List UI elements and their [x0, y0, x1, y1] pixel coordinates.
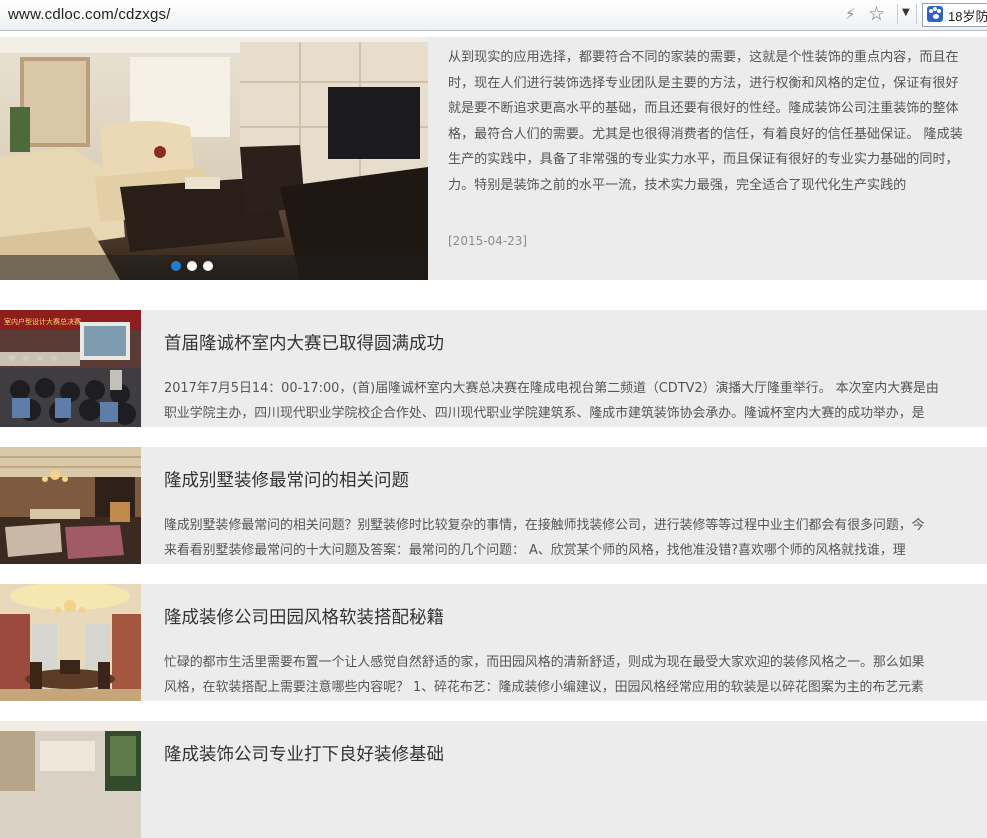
news-summary-line: 风格，在软装搭配上需要注意哪些内容呢？ 1、碎花布艺：隆成装修小编建议，田园风格…	[164, 680, 924, 695]
address-bar: www.cdloc.com/cdzxgs/ ⚡ ☆ ▼ 18岁防	[0, 0, 987, 31]
featured-summary: 从到现实的应用选择，都要符合不同的家装的需要，这就是个性装饰的重点内容，而且在 …	[448, 45, 987, 199]
slider-dot-3[interactable]	[203, 261, 213, 271]
news-summary-line: 隆成别墅装修最常问的相关问题？别墅装修时比较复杂的事情，在接触师找装修公司，进行…	[164, 518, 925, 533]
news-summary-line: 来看看别墅装修最常问的十大问题及答案：最常问的几个问题： A、欣赏某个师的风格，…	[164, 543, 906, 558]
extension-button[interactable]: 18岁防	[922, 3, 987, 27]
summary-line: 格，最符合人们的需要。尤其是也很得消费者的信任，有着良好的信任基础保证。 隆成装	[448, 126, 963, 142]
news-title[interactable]: 隆成装修公司田园风格软装搭配秘籍	[164, 604, 444, 629]
featured-living-room-image[interactable]	[0, 37, 428, 280]
featured-article: 从到现实的应用选择，都要符合不同的家装的需要，这就是个性装饰的重点内容，而且在 …	[0, 37, 987, 280]
summary-line: 就是要不断追求更高水平的基础，而且还要有很好的性经。隆成装饰公司注重装饰的整体	[448, 101, 959, 117]
extension-label: 18岁防	[948, 9, 987, 24]
news-title[interactable]: 隆成别墅装修最常问的相关问题	[164, 467, 409, 492]
url-dropdown-button[interactable]: ▼	[897, 4, 917, 24]
summary-line: 生产的实践中，具备了非常强的专业实力水平，而且保证有很好的专业实力基础的同时，	[448, 152, 959, 168]
lightning-icon[interactable]: ⚡	[845, 5, 856, 23]
featured-date: [2015-04-23]	[448, 234, 528, 248]
url-field[interactable]: www.cdloc.com/cdzxgs/	[8, 6, 171, 23]
news-title[interactable]: 首届隆诚杯室内大赛已取得圆满成功	[164, 330, 444, 355]
news-summary-line: 职业学院主办，四川现代职业学院校企合作处、四川现代职业学院建筑系、隆成市建筑装饰…	[164, 406, 925, 421]
news-item[interactable]: 隆成装修公司田园风格软装搭配秘籍 忙碌的都市生活里需要布置一个让人感觉自然舒适的…	[0, 584, 987, 701]
summary-line: 时，现在人们进行装饰选择专业团队是主要的方法，进行权衡和风格的定位，保证有很好	[448, 75, 959, 91]
news-title[interactable]: 隆成装饰公司专业打下良好装修基础	[164, 741, 444, 766]
summary-line: 从到现实的应用选择，都要符合不同的家装的需要，这就是个性装饰的重点内容，而且在	[448, 50, 959, 65]
summary-line: 力。特别是装饰之前的水平一流，技术实力最强，完全适合了现代化生产实践的	[448, 177, 907, 193]
contest-banner-text: 室内户型设计大赛总决赛	[4, 317, 81, 326]
slider-dots	[0, 255, 428, 280]
chevron-down-icon: ▼	[902, 7, 910, 18]
news-thumbnail-villa[interactable]	[0, 447, 141, 564]
news-thumbnail-contest[interactable]: 室内户型设计大赛总决赛	[0, 310, 141, 427]
news-item[interactable]: 室内户型设计大赛总决赛 首届隆诚杯室内大赛已取得圆满成功 2017年7月5日14…	[0, 310, 987, 427]
slider-dot-2[interactable]	[187, 261, 197, 271]
news-summary-line: 忙碌的都市生活里需要布置一个让人感觉自然舒适的家，而田园风格的清新舒适，则成为现…	[164, 655, 925, 670]
slider-dot-1[interactable]	[171, 261, 181, 271]
paw-icon	[927, 6, 943, 22]
star-icon[interactable]: ☆	[868, 3, 885, 25]
news-item[interactable]: 隆成别墅装修最常问的相关问题 隆成别墅装修最常问的相关问题？别墅装修时比较复杂的…	[0, 447, 987, 564]
news-item[interactable]: 隆成装饰公司专业打下良好装修基础	[0, 721, 987, 838]
news-summary-line: 2017年7月5日14：00-17:00，(首)届隆诚杯室内大赛总决赛在隆成电视…	[164, 381, 939, 396]
news-thumbnail-pastoral[interactable]	[0, 584, 141, 701]
news-thumbnail-decoration[interactable]	[0, 721, 141, 838]
